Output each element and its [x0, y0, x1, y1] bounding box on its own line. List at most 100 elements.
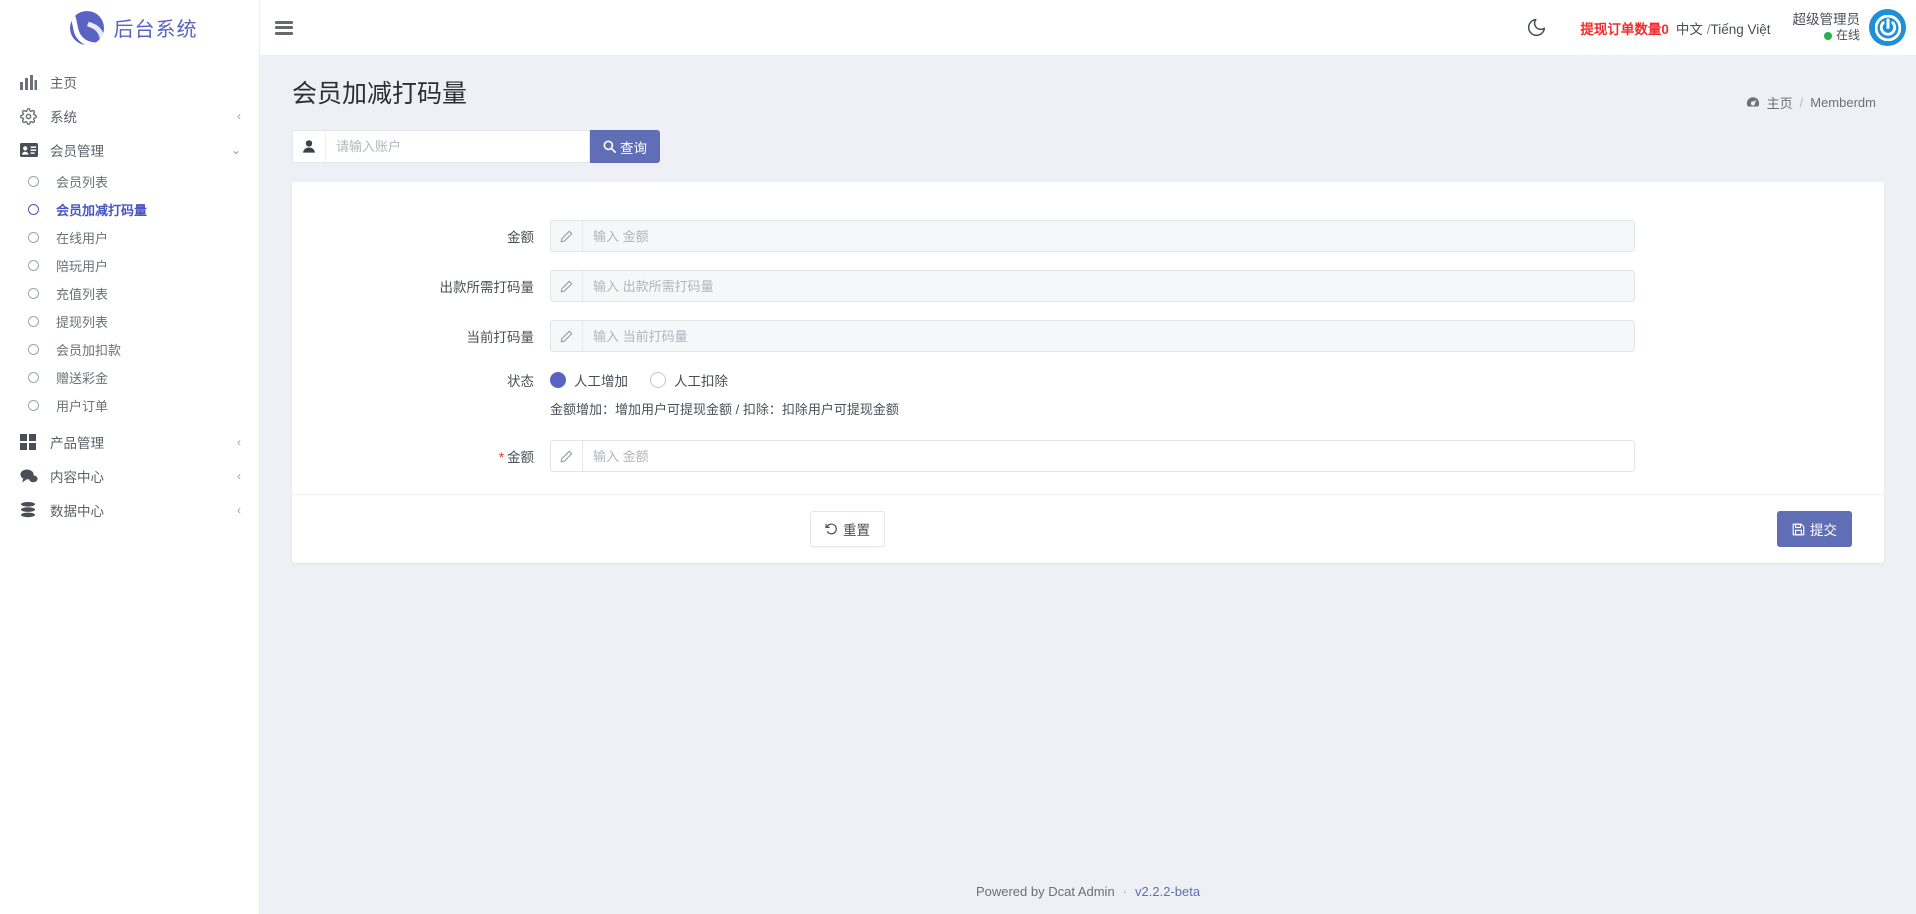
search-bar: 查询 — [292, 130, 1916, 163]
user-meta: 超级管理员 在线 — [1793, 12, 1861, 44]
sidebar-item-data-center[interactable]: 数据中心 ‹ — [0, 493, 259, 527]
sidebar-item-withdraw-list-label: 提现列表 — [56, 314, 109, 330]
circle-bullet-icon — [28, 399, 39, 411]
submit-button-label: 提交 — [1810, 523, 1837, 538]
sidebar-item-member-turnover-adjust-label: 会员加减打码量 — [56, 202, 148, 218]
sidebar-item-system[interactable]: 系统 ‹ — [0, 99, 259, 133]
required-asterisk: * — [498, 450, 504, 465]
sidebar-item-companion-users[interactable]: 陪玩用户 — [0, 251, 259, 279]
sidebar-item-member-management-label: 会员管理 — [50, 144, 104, 159]
sidebar-item-bonus-gift[interactable]: 赠送彩金 — [0, 363, 259, 391]
hamburger-bar — [275, 26, 293, 29]
status-helper-text: 金额增加：增加用户可提现金额 / 扣除：扣除用户可提现金额 — [550, 402, 899, 417]
submit-button[interactable]: 提交 — [1777, 511, 1852, 547]
form-actions: 重置 提交 — [292, 494, 1884, 563]
language-switcher[interactable]: 中文 /Tiếng Việt — [1676, 18, 1771, 38]
sidebar-item-member-list[interactable]: 会员列表 — [0, 167, 259, 195]
field-amount-readonly[interactable] — [550, 220, 1635, 252]
grid-squares-icon — [20, 434, 42, 450]
reset-button[interactable]: 重置 — [810, 511, 885, 547]
main-content: 会员加减打码量 主页 / Memberdm 查询 金额 — [260, 55, 1916, 914]
field-label: 出款所需打码量 — [439, 280, 535, 295]
circle-bullet-icon — [28, 287, 39, 299]
required-turnover-input[interactable] — [583, 271, 1634, 301]
sidebar-item-home[interactable]: 主页 — [0, 65, 259, 99]
sidebar-item-system-label: 系统 — [50, 110, 77, 125]
chevron-left-icon: ‹ — [237, 469, 241, 483]
amount-readonly-input[interactable] — [583, 221, 1634, 251]
gear-icon — [20, 107, 42, 125]
pencil-icon — [551, 221, 583, 251]
sidebar-item-member-balance-adjust[interactable]: 会员加扣款 — [0, 335, 259, 363]
chevron-down-icon: ⌄ — [230, 143, 241, 157]
sidebar-item-product-management[interactable]: 产品管理 ‹ — [0, 425, 259, 459]
sidebar-item-recharge-list[interactable]: 充值列表 — [0, 279, 259, 307]
search-field-wrapper — [292, 130, 590, 163]
sidebar-submenu-member: 会员列表 会员加减打码量 在线用户 陪玩用户 充值列表 提现列表 会员加扣款 赠… — [0, 167, 259, 419]
avatar[interactable] — [1869, 9, 1906, 46]
footer-dot: · — [1122, 883, 1128, 899]
radio-manual-add[interactable]: 人工增加 — [550, 370, 628, 390]
field-current-turnover[interactable] — [550, 320, 1635, 352]
circle-bullet-icon — [28, 315, 39, 327]
circle-bullet-icon — [28, 231, 39, 243]
hamburger-bar — [275, 20, 293, 24]
sidebar-item-withdraw-list[interactable]: 提现列表 — [0, 307, 259, 335]
page-head: 会员加减打码量 主页 / Memberdm — [260, 55, 1916, 112]
sidebar-item-online-users-label: 在线用户 — [56, 230, 109, 246]
reset-button-label: 重置 — [843, 523, 870, 538]
withdraw-order-count-link[interactable]: 提现订单数量0 — [1580, 18, 1669, 38]
footer-version[interactable]: v2.2.2-beta — [1135, 884, 1200, 899]
field-label: 当前打码量 — [466, 330, 535, 345]
search-input[interactable] — [326, 131, 589, 162]
radio-manual-deduct[interactable]: 人工扣除 — [650, 370, 728, 390]
brand-logo[interactable]: 后台系统 — [0, 0, 259, 55]
current-turnover-input[interactable] — [583, 321, 1634, 351]
sidebar-item-user-orders[interactable]: 用户订单 — [0, 391, 259, 419]
breadcrumb-home[interactable]: 主页 — [1767, 93, 1793, 112]
sidebar-item-content-center-label: 内容中心 — [50, 470, 104, 485]
moon-icon[interactable] — [1516, 8, 1556, 48]
field-required-turnover[interactable] — [550, 270, 1635, 302]
pencil-icon — [551, 441, 583, 471]
user-icon — [293, 131, 326, 162]
search-button-label: 查询 — [620, 140, 647, 156]
sidebar-item-home-label: 主页 — [50, 76, 77, 91]
status-badge: 在线 — [1793, 28, 1860, 43]
form-card: 金额 出款所需打码量 当前打码量 — [292, 182, 1884, 563]
language-primary[interactable]: 中文 — [1676, 22, 1703, 37]
header-actions: 提现订单数量0 中文 /Tiếng Việt 超级管理员 在线 — [1516, 0, 1916, 55]
field-amount-required[interactable] — [550, 440, 1635, 472]
undo-icon — [825, 523, 838, 536]
status-label: 状态 — [507, 374, 534, 389]
breadcrumb: 主页 / Memberdm — [1746, 79, 1876, 112]
chat-bubbles-icon — [20, 468, 42, 484]
sidebar-item-data-center-label: 数据中心 — [50, 504, 104, 519]
user-menu[interactable]: 超级管理员 在线 — [1793, 9, 1906, 46]
helper-row: 金额增加：增加用户可提现金额 / 扣除：扣除用户可提现金额 — [292, 399, 1884, 418]
power-icon — [1874, 14, 1901, 41]
radio-filled-icon — [550, 372, 566, 388]
database-icon — [20, 502, 42, 518]
chevron-left-icon: ‹ — [237, 503, 241, 517]
sidebar-item-bonus-gift-label: 赠送彩金 — [56, 370, 109, 386]
hamburger-icon[interactable] — [275, 20, 293, 35]
save-icon — [1792, 523, 1805, 536]
amount-required-input[interactable] — [583, 441, 1634, 471]
language-secondary[interactable]: Tiếng Việt — [1710, 22, 1770, 37]
sidebar-item-content-center[interactable]: 内容中心 ‹ — [0, 459, 259, 493]
dashboard-icon — [1746, 96, 1760, 109]
sidebar-item-online-users[interactable]: 在线用户 — [0, 223, 259, 251]
circle-bullet-icon — [28, 343, 39, 355]
form-row-current-turnover: 当前打码量 — [292, 320, 1884, 352]
search-icon — [603, 140, 616, 153]
sidebar-item-member-management[interactable]: 会员管理 ⌄ — [0, 133, 259, 167]
circle-bullet-icon — [28, 203, 39, 215]
top-header: 提现订单数量0 中文 /Tiếng Việt 超级管理员 在线 — [260, 0, 1916, 55]
search-button[interactable]: 查询 — [590, 130, 660, 163]
amount-required-label-text: 金额 — [507, 450, 534, 465]
user-status-label: 在线 — [1835, 28, 1860, 43]
sidebar-nav: 主页 系统 ‹ 会员管理 ⌄ 会员列表 会员加减打码量 在线用户 陪玩用户 充值… — [0, 55, 259, 527]
sidebar-item-member-list-label: 会员列表 — [56, 174, 109, 190]
sidebar-item-member-turnover-adjust[interactable]: 会员加减打码量 — [0, 195, 259, 223]
